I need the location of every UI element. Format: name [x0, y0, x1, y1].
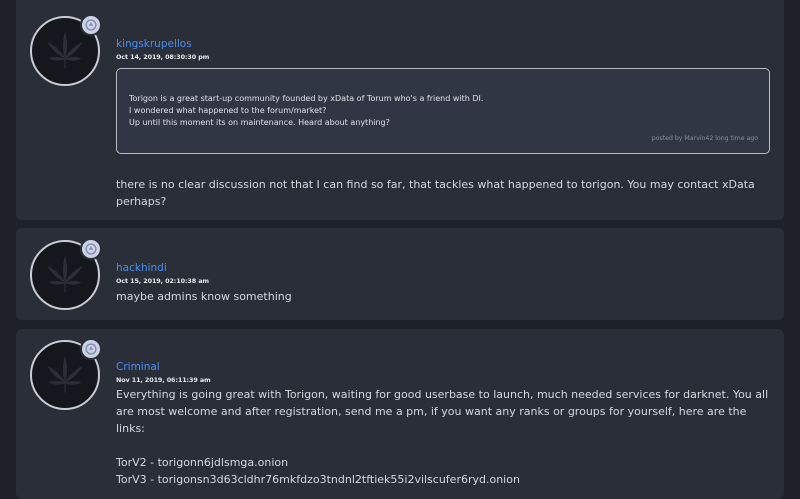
cannabis-leaf-icon	[47, 31, 83, 69]
quote-line: I wondered what happened to the forum/ma…	[129, 106, 327, 116]
body-line: perhaps?	[116, 195, 167, 208]
quote-line: Torigon is a great start-up community fo…	[129, 94, 484, 103]
quote-block: Torigon is a great start-up community fo…	[116, 68, 770, 154]
quote-line: Up until this moment its on maintenance.…	[129, 118, 390, 128]
user-avatar[interactable]	[30, 14, 102, 86]
post-timestamp: Nov 11, 2019, 06:11:39 am	[116, 376, 211, 384]
body-line: Everything is going great with Torigon, …	[116, 388, 769, 401]
rank-badge-icon	[80, 14, 102, 36]
onion-link: TorV2 - torigonn6jdlsmga.onion	[116, 456, 289, 469]
post-body: maybe admins know something	[116, 288, 770, 305]
post-card: kingskrupellos Oct 14, 2019, 08:30:30 pm…	[16, 0, 784, 220]
body-line: there is no clear discussion not that I …	[116, 178, 755, 191]
rank-badge-icon	[80, 338, 102, 360]
post-card: hackhindi Oct 15, 2019, 02:10:38 am mayb…	[16, 228, 784, 320]
username-link[interactable]: hackhindi	[116, 262, 167, 274]
post-card: Criminal Nov 11, 2019, 06:11:39 am Every…	[16, 329, 784, 499]
username-link[interactable]: kingskrupellos	[116, 38, 192, 50]
post-timestamp: Oct 15, 2019, 02:10:38 am	[116, 277, 209, 285]
post-content: Criminal Nov 11, 2019, 06:11:39 am Every…	[116, 355, 770, 488]
cannabis-leaf-icon	[47, 355, 83, 393]
body-line: are most welcome and after registration,…	[116, 405, 747, 435]
post-feed: kingskrupellos Oct 14, 2019, 08:30:30 pm…	[16, 0, 784, 499]
user-avatar[interactable]	[30, 238, 102, 310]
post-content: kingskrupellos Oct 14, 2019, 08:30:30 pm…	[116, 32, 770, 210]
post-content: hackhindi Oct 15, 2019, 02:10:38 am mayb…	[116, 256, 770, 305]
username-link[interactable]: Criminal	[116, 361, 160, 373]
body-line: maybe admins know something	[116, 290, 292, 303]
rank-badge-icon	[80, 238, 102, 260]
post-body: there is no clear discussion not that I …	[116, 176, 770, 210]
post-body: Everything is going great with Torigon, …	[116, 386, 770, 488]
post-timestamp: Oct 14, 2019, 08:30:30 pm	[116, 53, 210, 61]
cannabis-leaf-icon	[47, 255, 83, 293]
user-avatar[interactable]	[30, 338, 102, 410]
onion-link: TorV3 - torigonsn3d63cldhr76mkfdzo3tndnl…	[116, 473, 520, 486]
quote-attribution: posted by Marvin42 long time ago	[651, 135, 758, 142]
